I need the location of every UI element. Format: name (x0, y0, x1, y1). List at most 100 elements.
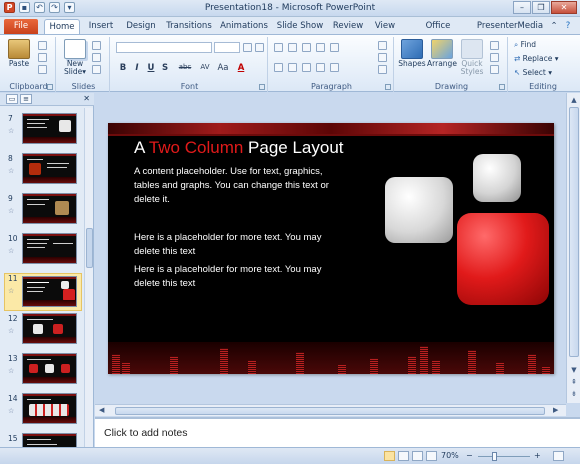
font-size-combo[interactable] (214, 42, 240, 53)
align-center-icon[interactable] (288, 63, 297, 72)
scroll-up-icon[interactable]: ▲ (569, 95, 579, 105)
cut-icon[interactable] (38, 41, 47, 50)
text-direction-icon[interactable] (378, 41, 387, 50)
slide-thumbnail-8[interactable] (22, 153, 77, 184)
line-spacing-icon[interactable] (330, 43, 339, 52)
tab-office-timeline[interactable]: Office Timeline+ (404, 19, 472, 45)
slide-sorter-view-icon[interactable] (398, 451, 409, 461)
slide-show-view-icon[interactable] (426, 451, 437, 461)
current-slide[interactable]: A Two Column Page Layout A content place… (108, 123, 554, 374)
quick-styles-button[interactable]: Quick Styles (458, 39, 486, 76)
close-panel-icon[interactable]: ✕ (83, 94, 90, 103)
notes-pane[interactable]: Click to add notes (95, 417, 580, 447)
bold-button[interactable]: B (118, 63, 128, 73)
change-case-button[interactable]: Aa (216, 63, 230, 73)
font-name-combo[interactable] (116, 42, 212, 53)
font-color-button[interactable]: A (236, 63, 246, 73)
slide-thumbnail-14[interactable] (22, 393, 77, 424)
strikethrough-button[interactable]: abc (176, 63, 194, 71)
horizontal-scroll-thumb[interactable] (115, 407, 545, 415)
slide-horizontal-scrollbar[interactable]: ◀ ▶ (95, 404, 566, 416)
notes-placeholder[interactable]: Click to add notes (104, 427, 187, 439)
bullets-icon[interactable] (274, 43, 283, 52)
select-button[interactable]: ↖ Select ▾ (514, 68, 552, 77)
reading-view-icon[interactable] (412, 451, 423, 461)
outline-tab-icon[interactable]: ≡ (20, 94, 32, 104)
align-left-icon[interactable] (274, 63, 283, 72)
tab-home[interactable]: Home (44, 19, 80, 34)
scroll-down-icon[interactable]: ▼ (569, 365, 579, 375)
thumbnails-scroll-thumb[interactable] (86, 228, 93, 268)
tab-design[interactable]: Design (122, 19, 160, 34)
zoom-slider[interactable] (478, 456, 530, 457)
paste-button[interactable]: Paste (6, 39, 32, 68)
zoom-slider-knob[interactable] (492, 452, 497, 461)
slides-tab-icon[interactable]: ▭ (6, 94, 18, 104)
zoom-out-icon[interactable]: − (466, 451, 473, 460)
shapes-button[interactable]: Shapes (398, 39, 426, 68)
slide-thumbnail-9[interactable] (22, 193, 77, 224)
slide-thumbnail-12[interactable] (22, 313, 77, 344)
help-icon[interactable]: ? (562, 19, 574, 34)
numbering-icon[interactable] (288, 43, 297, 52)
tab-animations[interactable]: Animations (218, 19, 270, 34)
paragraph-launcher-icon[interactable] (385, 84, 391, 90)
char-spacing-button[interactable]: AV (198, 63, 212, 71)
text-placeholder-1[interactable]: Here is a placeholder for more text. You… (134, 231, 334, 259)
format-painter-icon[interactable] (38, 65, 47, 74)
tab-review[interactable]: Review (330, 19, 366, 34)
slide-thumbnail-13[interactable] (22, 353, 77, 384)
increase-indent-icon[interactable] (316, 43, 325, 52)
layout-icon[interactable] (92, 41, 101, 50)
previous-slide-icon[interactable]: ⇞ (569, 377, 579, 387)
convert-smartart-icon[interactable] (378, 65, 387, 74)
justify-icon[interactable] (316, 63, 325, 72)
tab-insert[interactable]: Insert (84, 19, 118, 34)
drawing-launcher-icon[interactable] (499, 84, 505, 90)
slide-title[interactable]: A Two Column Page Layout (134, 138, 344, 158)
replace-button[interactable]: ⇄ Replace ▾ (514, 54, 559, 63)
shape-fill-icon[interactable] (490, 41, 499, 50)
slide-vertical-scrollbar[interactable]: ▲ ▼ ⇞ ⇟ (566, 93, 580, 403)
shape-outline-icon[interactable] (490, 53, 499, 62)
decrease-indent-icon[interactable] (302, 43, 311, 52)
minimize-ribbon-icon[interactable]: ⌃ (548, 19, 560, 34)
normal-view-icon[interactable] (384, 451, 395, 461)
close-icon[interactable]: ✕ (551, 1, 577, 14)
tab-slide-show[interactable]: Slide Show (274, 19, 326, 34)
tab-file[interactable]: File (4, 19, 38, 34)
new-slide-button[interactable]: New Slide▾ (62, 39, 88, 76)
thumbnails-scrollbar[interactable] (84, 108, 93, 456)
font-launcher-icon[interactable] (259, 84, 265, 90)
minimize-icon[interactable]: – (513, 1, 531, 14)
scroll-left-icon[interactable]: ◀ (99, 406, 104, 414)
slide-thumbnail-7[interactable] (22, 113, 77, 144)
slide-thumbnail-11[interactable] (22, 276, 77, 307)
zoom-level[interactable]: 70% (441, 451, 459, 460)
content-placeholder[interactable]: A content placeholder. Use for text, gra… (134, 165, 334, 207)
columns-icon[interactable] (330, 63, 339, 72)
zoom-in-icon[interactable]: + (534, 451, 541, 460)
slide-thumbnail-10[interactable] (22, 233, 77, 264)
underline-button[interactable]: U (146, 63, 156, 73)
tab-transitions[interactable]: Transitions (164, 19, 214, 34)
shrink-font-icon[interactable] (255, 43, 264, 52)
align-right-icon[interactable] (302, 63, 311, 72)
clipboard-launcher-icon[interactable] (47, 84, 53, 90)
scroll-right-icon[interactable]: ▶ (553, 406, 558, 414)
shape-effects-icon[interactable] (490, 65, 499, 74)
next-slide-icon[interactable]: ⇟ (569, 389, 579, 399)
align-text-icon[interactable] (378, 53, 387, 62)
reset-icon[interactable] (92, 53, 101, 62)
grow-font-icon[interactable] (243, 43, 252, 52)
shadow-button[interactable]: S (160, 63, 170, 73)
arrange-button[interactable]: Arrange (427, 39, 457, 68)
tab-presentermedia[interactable]: PresenterMedia (476, 19, 544, 34)
copy-icon[interactable] (38, 53, 47, 62)
find-button[interactable]: ⌕ Find (514, 40, 536, 50)
tab-view[interactable]: View (370, 19, 400, 34)
fit-to-window-icon[interactable] (553, 451, 564, 461)
restore-icon[interactable]: ❐ (532, 1, 550, 14)
section-icon[interactable] (92, 65, 101, 74)
italic-button[interactable]: I (132, 63, 142, 73)
